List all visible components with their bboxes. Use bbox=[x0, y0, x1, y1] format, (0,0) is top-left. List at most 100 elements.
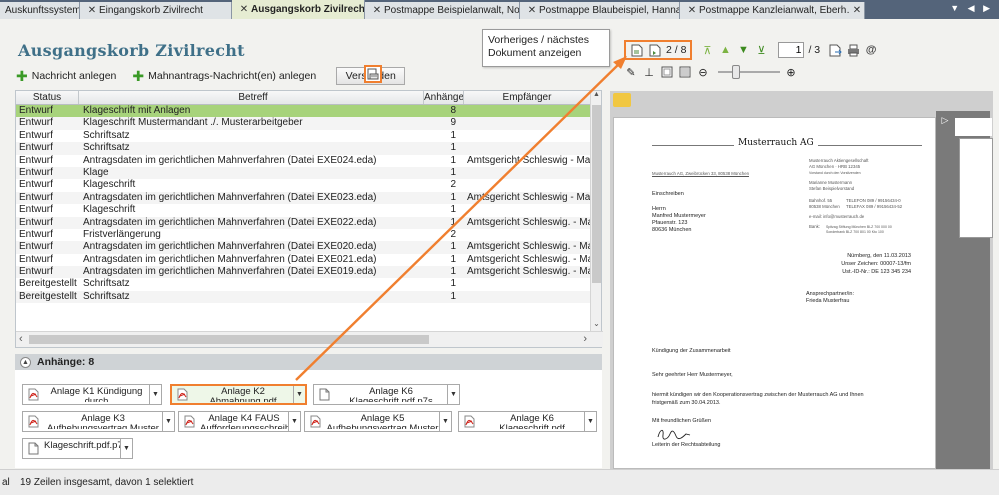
horizontal-scrollbar[interactable]: ‹ › bbox=[16, 331, 603, 347]
dropdown-arrow-icon[interactable]: ▼ bbox=[162, 412, 174, 431]
column-subject[interactable]: Betreff bbox=[79, 91, 424, 104]
table-row[interactable]: Entwurf Klageschrift Mustermandant ./. Mu… bbox=[16, 117, 591, 130]
export-icon[interactable] bbox=[828, 43, 842, 57]
zoom-in-icon[interactable]: ⊕ bbox=[784, 65, 798, 79]
tab-auskunftssystem[interactable]: Auskunftssystem bbox=[0, 2, 80, 19]
table-row[interactable]: Entwurf Schriftsatz 1 bbox=[16, 142, 591, 155]
cell-subject: Schriftsatz bbox=[83, 290, 130, 302]
dropdown-arrow-icon[interactable]: ▼ bbox=[439, 412, 451, 431]
tab-close-icon[interactable]: ✕ bbox=[370, 5, 384, 16]
document-switcher: 2 / 8 bbox=[624, 40, 693, 60]
attachment-chip[interactable]: Anlage K6 Klageschrift.pdf ▼ bbox=[458, 411, 597, 432]
collapse-icon[interactable]: ▲ bbox=[20, 356, 31, 368]
table-row[interactable]: Entwurf Antragsdaten im gerichtlichen Mah… bbox=[16, 216, 591, 229]
print-icon[interactable] bbox=[846, 43, 860, 57]
tools-dropdown-icon[interactable]: ✎ bbox=[624, 65, 638, 79]
tab-scroll-controls[interactable]: ▼ ◀ ▶ bbox=[950, 3, 993, 14]
cell-subject: Antragsdaten im gerichtlichen Mahnverfah… bbox=[83, 266, 377, 278]
page-thumbnail[interactable] bbox=[959, 138, 993, 238]
table-row[interactable]: Entwurf Antragsdaten im gerichtlichen Mah… bbox=[16, 191, 591, 205]
table-row[interactable]: Entwurf Antragsdaten im gerichtlichen Mah… bbox=[16, 241, 591, 254]
scroll-thumb[interactable] bbox=[592, 105, 601, 283]
thumbnail-toggle-icon[interactable]: ▷ bbox=[937, 115, 953, 131]
tab-ausgangskorb[interactable]: ✕ Ausgangskorb Zivilrecht bbox=[232, 0, 365, 19]
table-row[interactable]: Entwurf Fristverlängerung 2 bbox=[16, 229, 591, 241]
scroll-up-icon[interactable]: ▲ bbox=[591, 91, 602, 103]
cell-subject: Schriftsatz bbox=[83, 129, 130, 141]
cell-attachments: 1 bbox=[450, 154, 456, 166]
dropdown-arrow-icon[interactable]: ▼ bbox=[293, 386, 305, 403]
zoom-out-icon[interactable]: ⊖ bbox=[696, 65, 710, 79]
tab-close-icon[interactable]: ✕ bbox=[237, 4, 251, 15]
vertical-scrollbar[interactable]: ▲ ⌄ bbox=[590, 91, 601, 331]
dropdown-arrow-icon[interactable]: ▼ bbox=[584, 412, 596, 431]
attachment-chip[interactable]: Anlage K1 Kündigung durch Musterarbeitge… bbox=[22, 384, 162, 405]
attachment-chip[interactable]: Anlage K2 Abmahnung.pdf ▼ bbox=[170, 384, 307, 405]
signature-icon[interactable]: ⊥ bbox=[642, 65, 656, 79]
folder-icon[interactable] bbox=[613, 93, 631, 107]
attachment-chip[interactable]: Klageschrift.pdf.p7s ▼ bbox=[22, 438, 133, 459]
cell-recipient bbox=[464, 291, 591, 303]
tab-close-icon[interactable]: ✕ bbox=[850, 5, 864, 16]
table-row[interactable]: Entwurf Schriftsatz 1 bbox=[16, 130, 591, 142]
outbox-panel: Ausgangskorb Zivilrecht ✚ Nachricht anleg… bbox=[12, 28, 604, 468]
table-row[interactable]: Entwurf Klageschrift 2 bbox=[16, 179, 591, 191]
next-document-icon[interactable] bbox=[648, 43, 662, 57]
previous-page-icon[interactable]: ▲ bbox=[718, 43, 732, 57]
dropdown-arrow-icon[interactable]: ▼ bbox=[120, 439, 132, 458]
attachments-header[interactable]: ▲ Anhänge: 8 bbox=[15, 354, 602, 370]
tab-close-icon[interactable]: ✕ bbox=[685, 5, 699, 16]
table-row[interactable]: Entwurf Antragsdaten im gerichtlichen Mah… bbox=[16, 266, 591, 279]
plus-icon: ✚ bbox=[16, 68, 28, 84]
new-dunning-message-button[interactable]: ✚ Mahnantrags-Nachricht(en) anlegen bbox=[132, 69, 316, 83]
zoom-slider[interactable] bbox=[718, 65, 780, 79]
fit-width-icon[interactable] bbox=[660, 65, 674, 79]
tab-bar: Auskunftssystem ✕ Eingangskorb Zivilrecht… bbox=[0, 0, 999, 19]
tab-close-icon[interactable]: ✕ bbox=[525, 5, 539, 16]
table-row[interactable]: Entwurf Klage 1 bbox=[16, 166, 591, 180]
attachment-chip[interactable]: Anlage K3 Aufhebungsvertrag Muster GmbH.… bbox=[22, 411, 175, 432]
attachment-label: Anlage K2 Abmahnung.pdf bbox=[209, 387, 277, 402]
dropdown-arrow-icon[interactable]: ▼ bbox=[149, 385, 161, 404]
zoom-slider-knob[interactable] bbox=[732, 65, 740, 79]
attachment-chip[interactable]: Anlage K6 Klageschrift.pdf.p7s ▼ bbox=[313, 384, 460, 405]
tab-postmappe-beispielanwalt[interactable]: ✕Postmappe Beispielanwalt, Norb… bbox=[365, 2, 520, 19]
cell-subject: Klage bbox=[83, 166, 109, 178]
cell-status: Entwurf bbox=[19, 179, 53, 191]
cell-subject: Klageschrift bbox=[83, 204, 136, 216]
cell-attachments: 1 bbox=[450, 290, 456, 302]
dropdown-arrow-icon[interactable]: ▼ bbox=[447, 385, 459, 404]
tab-eingangskorb[interactable]: ✕ Eingangskorb Zivilrecht bbox=[80, 2, 232, 19]
column-attachments[interactable]: Anhänge bbox=[424, 91, 464, 104]
last-page-icon[interactable]: ⊻ bbox=[754, 43, 768, 57]
dropdown-arrow-icon[interactable]: ▼ bbox=[288, 412, 300, 431]
tab-close-icon[interactable]: ✕ bbox=[85, 5, 99, 16]
email-icon[interactable]: @ bbox=[864, 43, 878, 57]
table-row[interactable]: Entwurf Antragsdaten im gerichtlichen Mah… bbox=[16, 254, 591, 266]
first-page-icon[interactable]: ⊼ bbox=[700, 43, 714, 57]
tab-postmappe-blaubeispiel[interactable]: ✕ Postmappe Blaubeispiel, Hanna bbox=[520, 2, 680, 19]
table-row[interactable]: Bereitgestellt Schriftsatz 1 bbox=[16, 290, 591, 304]
next-page-icon[interactable]: ▼ bbox=[736, 43, 750, 57]
table-row[interactable]: Bereitgestellt Schriftsatz 1 bbox=[16, 278, 591, 290]
new-message-button[interactable]: ✚ Nachricht anlegen bbox=[16, 68, 116, 84]
fit-page-icon[interactable] bbox=[678, 65, 692, 79]
attachment-chip[interactable]: Anlage K4 FAUS Aufforderungsschreiben▼ bbox=[178, 411, 301, 432]
attachment-label: Klageschrift.pdf.p7s bbox=[44, 441, 120, 451]
scroll-left-icon[interactable]: ‹ bbox=[19, 333, 23, 345]
scroll-right-icon[interactable]: › bbox=[583, 333, 587, 345]
page-number-input[interactable] bbox=[778, 42, 805, 58]
table-row[interactable]: Entwurf Klageschrift 1 bbox=[16, 204, 591, 216]
cell-attachments: 1 bbox=[450, 166, 456, 178]
table-row[interactable]: Entwurf Antragsdaten im gerichtlichen Mah… bbox=[16, 155, 591, 167]
column-status[interactable]: Status bbox=[16, 91, 79, 104]
scan-document-button[interactable] bbox=[364, 65, 382, 83]
scroll-thumb[interactable] bbox=[29, 335, 429, 344]
attachment-chip[interactable]: Anlage K5 Aufhebungsvertrag Muster GmbH.… bbox=[304, 411, 452, 432]
scroll-down-icon[interactable]: ⌄ bbox=[591, 319, 602, 331]
table-row[interactable]: Entwurf Klageschrift mit Anlagen 8 bbox=[16, 105, 591, 118]
previous-document-icon[interactable] bbox=[630, 43, 644, 57]
column-recipient[interactable]: Empfänger bbox=[464, 91, 591, 104]
cell-subject: Schriftsatz bbox=[83, 142, 130, 154]
tab-postmappe-kanzleianwalt[interactable]: ✕ Postmappe Kanzleianwalt, Eberh… ✕ bbox=[680, 2, 865, 19]
